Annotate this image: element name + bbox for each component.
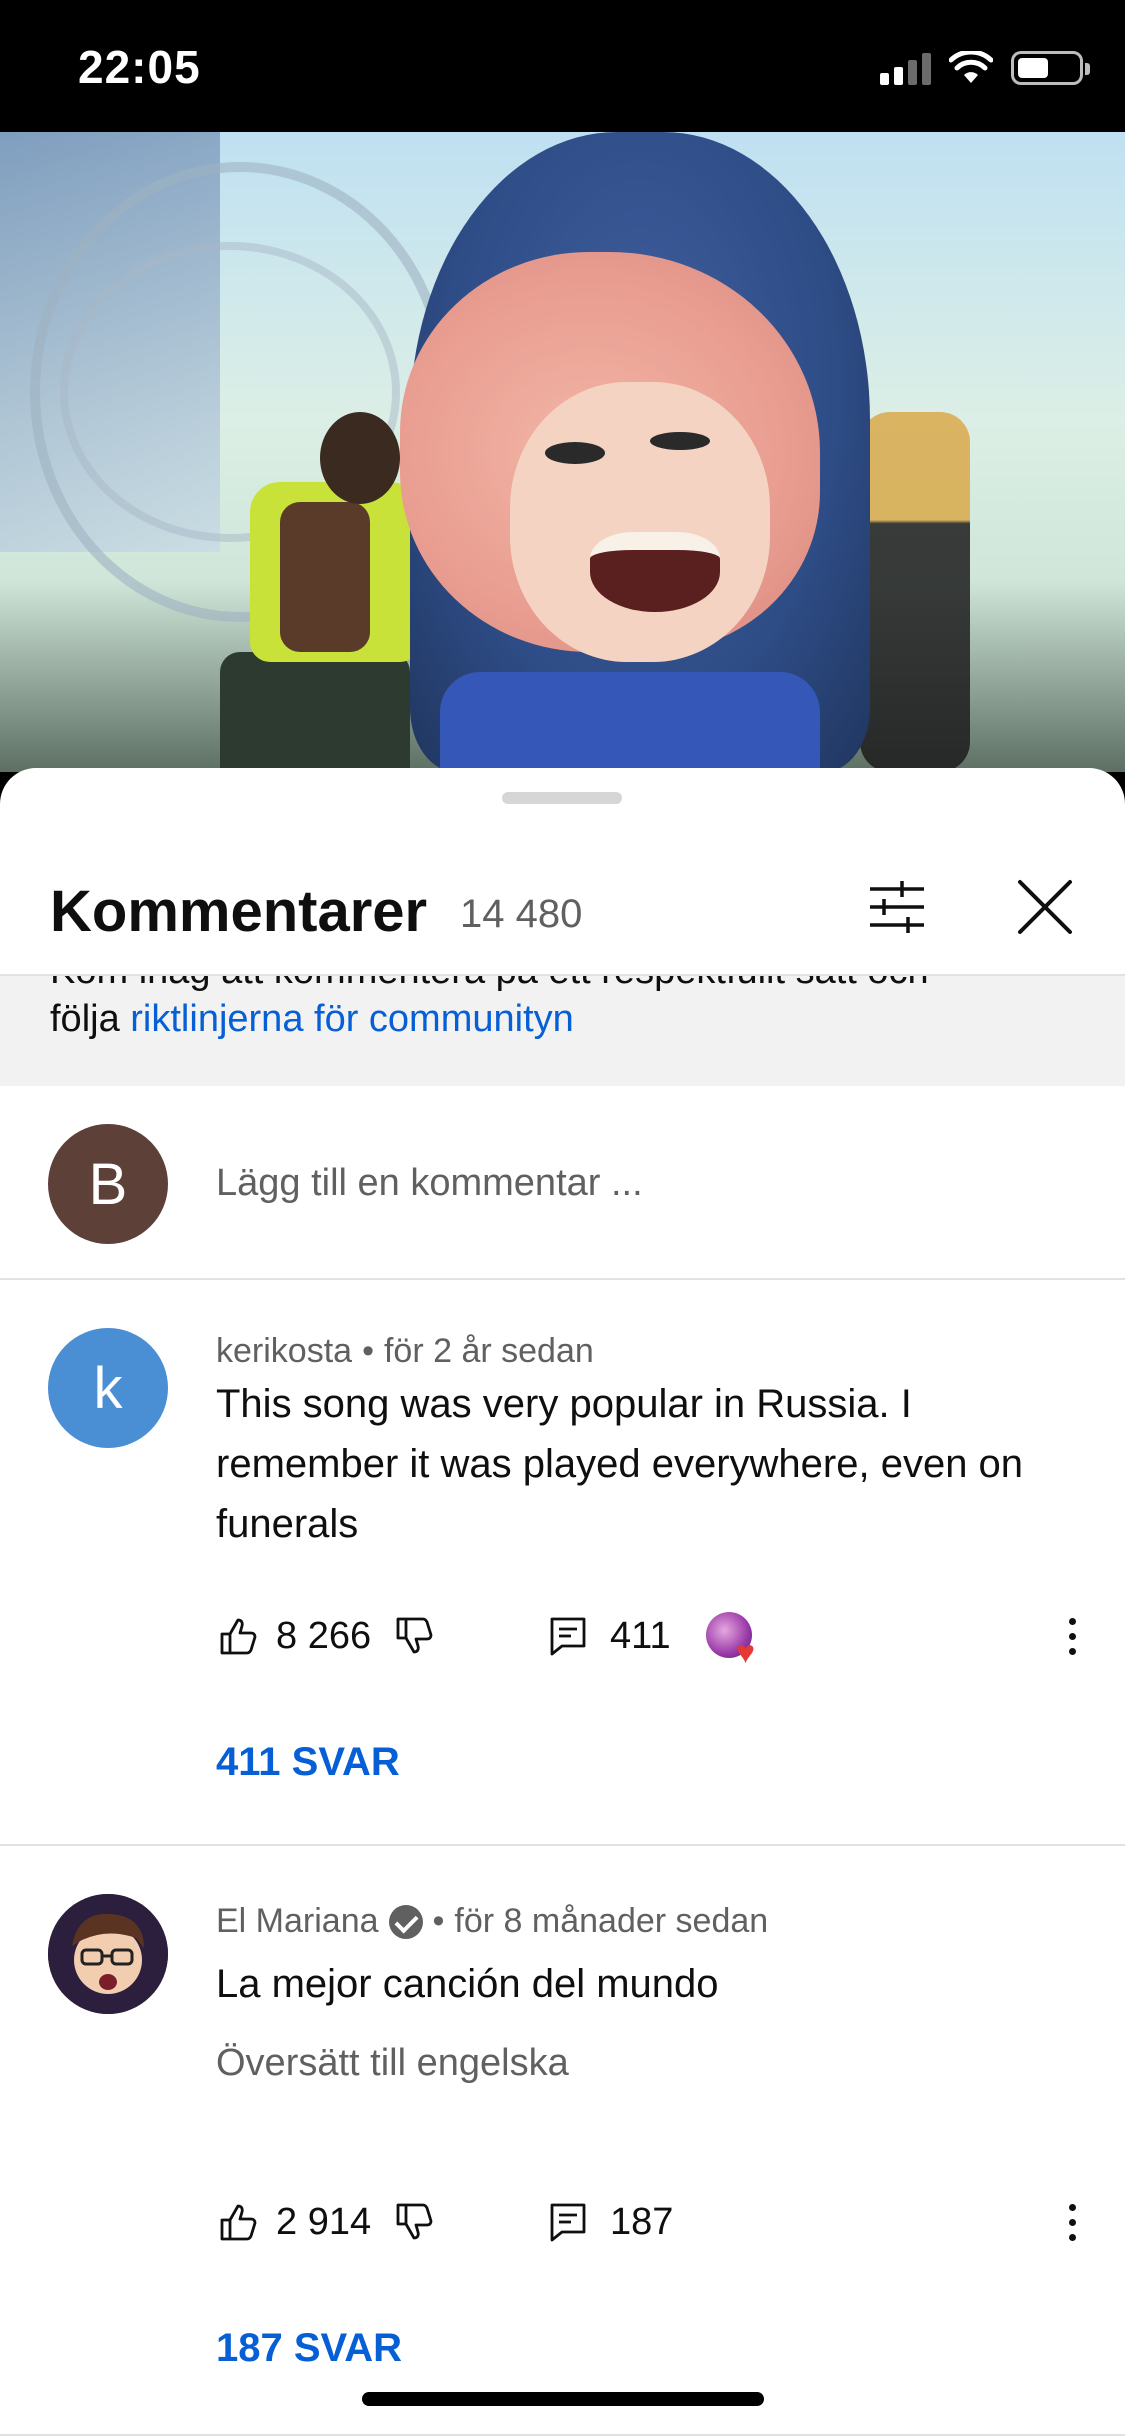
status-time: 22:05 xyxy=(78,41,201,93)
comment-text: This song was very popular in Russia. I … xyxy=(216,1382,1024,1546)
translate-link[interactable]: Översätt till engelska xyxy=(216,2042,569,2085)
comment-author[interactable]: kerikosta xyxy=(216,1332,352,1371)
view-replies-link[interactable]: 411 SVAR xyxy=(216,1740,400,1785)
view-replies-link[interactable]: 187 SVAR xyxy=(216,2326,402,2371)
comment-item: k kerikosta • för 2 år sedan This song w… xyxy=(0,1280,1125,1846)
video-player[interactable] xyxy=(0,132,1125,772)
reply-icon xyxy=(550,1617,586,1656)
community-guidelines-banner: Kom ihåg att kommentera på ett respektfu… xyxy=(0,976,1125,1086)
comment-author[interactable]: El Mariana xyxy=(216,1902,379,1941)
thumbs-down-icon xyxy=(396,1617,433,1654)
comment-item: El Mariana • för 8 månader sedan La mejo… xyxy=(0,1846,1125,2436)
user-avatar: B xyxy=(48,1124,168,1244)
comments-header: Kommentarer 14 480 xyxy=(0,828,1125,976)
thumbs-up-icon xyxy=(220,2204,257,2241)
more-vert-icon xyxy=(1068,2200,1076,2245)
dislike-button[interactable] xyxy=(392,1606,436,1666)
more-vert-icon xyxy=(1068,1614,1076,1659)
video-frame-dancer xyxy=(150,282,420,772)
verified-check-icon xyxy=(388,1904,423,1939)
like-button[interactable]: 8 266 xyxy=(216,1606,371,1666)
status-bar: 22:05 xyxy=(0,0,1125,132)
comment-author-avatar[interactable]: k xyxy=(48,1328,168,1448)
reply-count: 411 xyxy=(610,1614,671,1657)
comment-actions: 2 914 187 xyxy=(216,2192,1086,2252)
guidelines-cut-line: Kom ihåg att kommentera på ett respektfu… xyxy=(50,976,929,993)
dislike-button[interactable] xyxy=(392,2192,436,2252)
guidelines-link[interactable]: riktlinjerna för communityn xyxy=(130,998,573,1040)
more-options-button[interactable] xyxy=(1052,2192,1092,2252)
like-count: 2 914 xyxy=(276,2200,372,2243)
sort-filter-button[interactable] xyxy=(862,872,932,942)
close-icon xyxy=(1018,880,1072,934)
reply-icon xyxy=(550,2203,586,2242)
comment-meta: kerikosta • för 2 år sedan xyxy=(216,1332,594,1371)
creator-heart-badge: ♥ xyxy=(706,1606,768,1670)
comment-time: för 8 månader sedan xyxy=(454,1902,769,1940)
cellular-signal-icon xyxy=(880,51,931,85)
comment-text: La mejor canción del mundo xyxy=(216,1962,719,2006)
thumbs-up-icon xyxy=(220,1618,257,1655)
home-indicator[interactable] xyxy=(362,2392,764,2406)
sheet-drag-handle[interactable] xyxy=(502,792,622,804)
reply-button[interactable]: 411 xyxy=(546,1606,671,1666)
guidelines-prefix: följa xyxy=(50,998,131,1040)
meta-separator: • xyxy=(432,1902,445,1940)
comments-title: Kommentarer xyxy=(50,879,428,944)
add-comment-input[interactable]: Lägg till en kommentar ... xyxy=(216,1162,643,1205)
comments-sheet: Kommentarer 14 480 Kom ihåg att kommente… xyxy=(0,768,1125,2436)
like-count: 8 266 xyxy=(276,1614,372,1657)
reply-count: 187 xyxy=(610,2200,674,2243)
reply-button[interactable]: 187 xyxy=(546,2192,673,2252)
battery-icon xyxy=(1011,51,1090,85)
guidelines-text: följa riktlinjerna för communityn xyxy=(50,998,574,1041)
close-button[interactable] xyxy=(1010,872,1080,942)
more-options-button[interactable] xyxy=(1052,1606,1092,1666)
status-icons xyxy=(880,48,1090,88)
comment-actions: 8 266 411 ♥ xyxy=(216,1606,1086,1670)
cartoon-avatar-image xyxy=(48,1894,168,2014)
sliders-icon xyxy=(870,881,924,933)
wifi-icon xyxy=(949,51,993,83)
comments-count: 14 480 xyxy=(460,892,583,936)
thumbs-down-icon xyxy=(396,2203,433,2240)
add-comment-row[interactable]: B Lägg till en kommentar ... xyxy=(0,1086,1125,1280)
heart-icon: ♥ xyxy=(736,1634,755,1670)
comment-meta: El Mariana • för 8 månader sedan xyxy=(216,1902,768,1941)
comment-time: för 2 år sedan xyxy=(383,1332,594,1370)
comment-author-avatar[interactable] xyxy=(48,1894,168,2014)
like-button[interactable]: 2 914 xyxy=(216,2192,371,2252)
meta-separator: • xyxy=(362,1332,374,1370)
